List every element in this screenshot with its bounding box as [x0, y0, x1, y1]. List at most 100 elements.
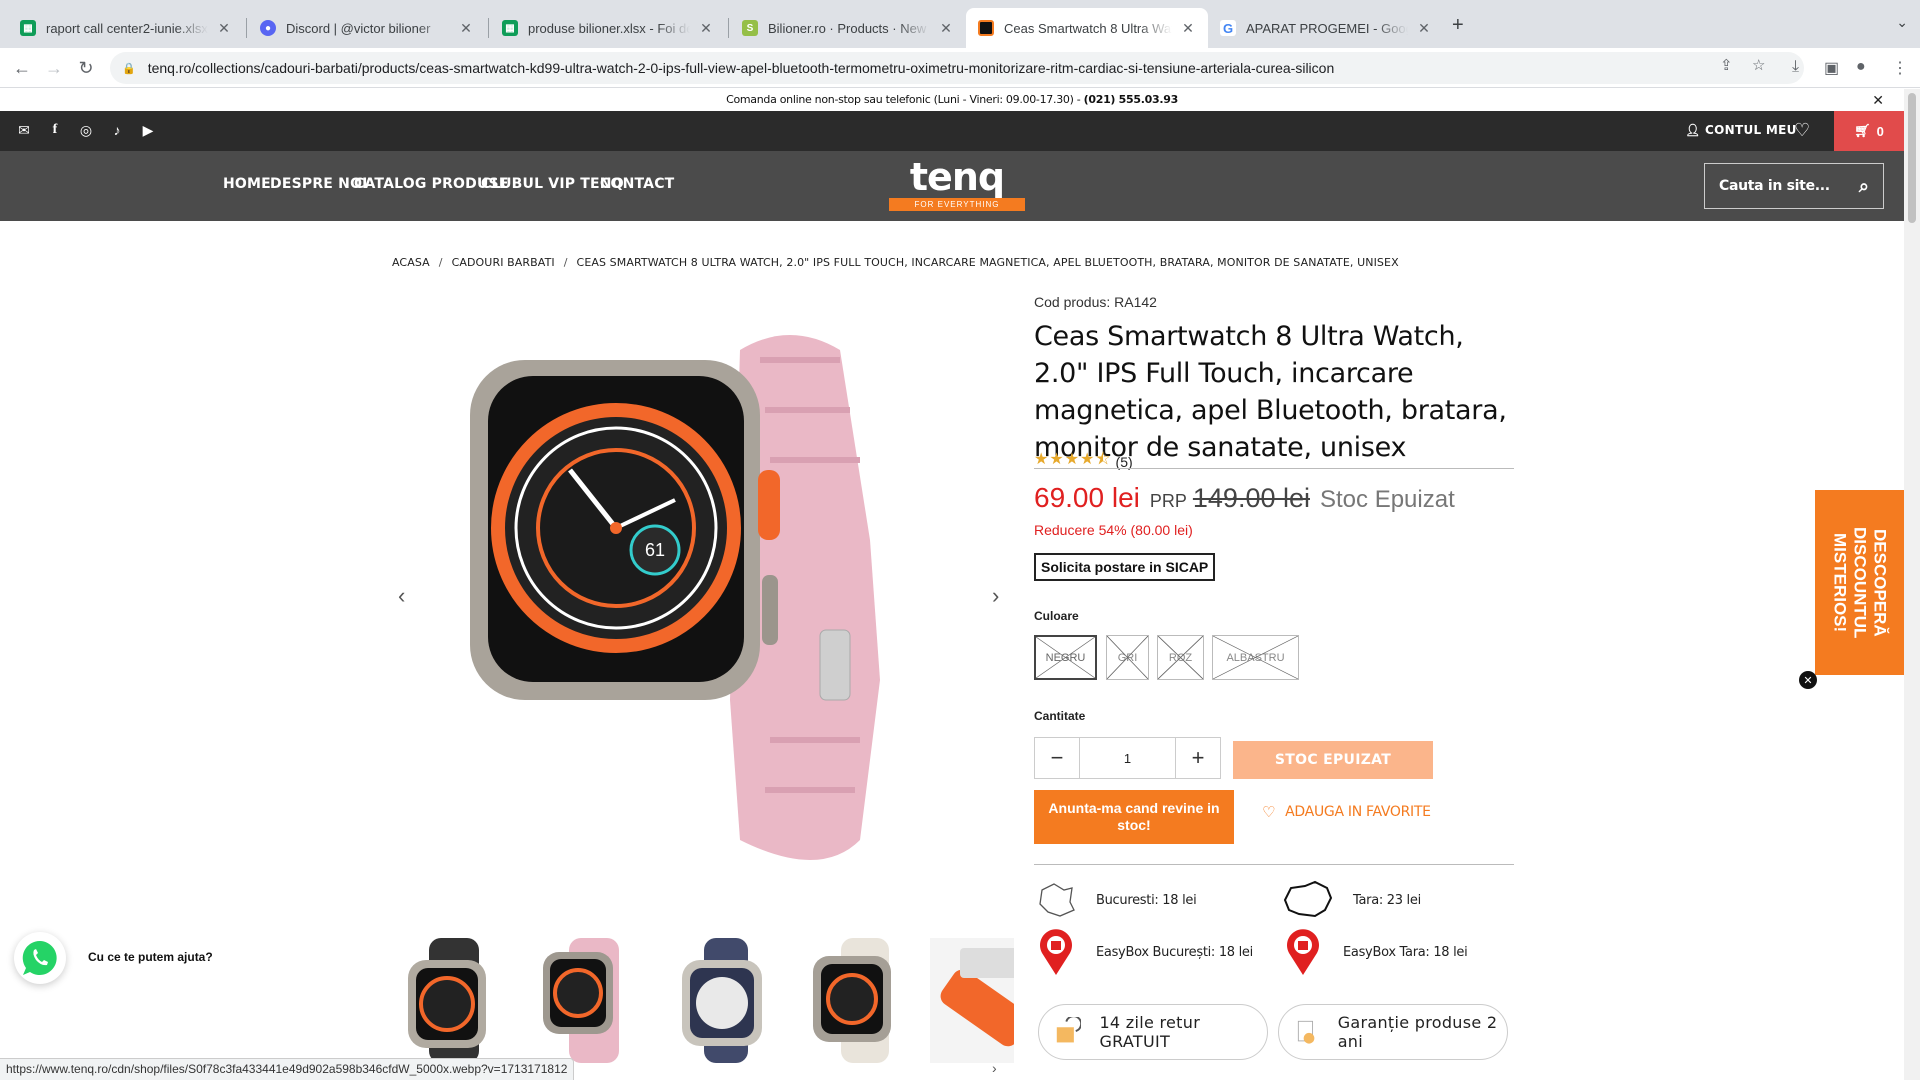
tab-search-chevron-icon[interactable]: ⌄ — [1896, 14, 1908, 31]
mystery-discount-tab[interactable]: DESCOPERĂ DISCOUNTUL MISTERIOS! — [1815, 490, 1904, 675]
nav-contact[interactable]: CONTACT — [600, 176, 674, 192]
color-option-negru[interactable]: NEGRU — [1034, 635, 1097, 680]
tab-label: raport call center2-iunie.xlsx - — [46, 20, 208, 36]
reload-button[interactable]: ↻ — [76, 58, 96, 79]
download-icon[interactable]: ⤓ — [1792, 58, 1799, 76]
scrollbar-thumb[interactable] — [1908, 93, 1916, 223]
gallery-next-arrow-icon[interactable]: › — [992, 583, 999, 609]
wishlist-heart-icon[interactable]: ♡ — [1794, 120, 1810, 141]
badge-label: Garanție produse 2 ani — [1337, 1013, 1498, 1051]
close-icon[interactable]: ✕ — [938, 20, 954, 37]
facebook-icon[interactable]: f — [46, 122, 64, 138]
breadcrumb-current: CEAS SMARTWATCH 8 ULTRA WATCH, 2.0" IPS … — [576, 256, 1399, 269]
announcement-phone[interactable]: (021) 555.03.93 — [1084, 93, 1179, 106]
logo-word: tenq — [909, 155, 1005, 199]
nav-despre-noi[interactable]: DESPRE NOI — [270, 176, 368, 192]
email-icon[interactable]: ✉ — [15, 122, 33, 139]
current-price: 69.00 lei — [1034, 482, 1140, 513]
search-icon[interactable]: ⌕ — [1859, 176, 1869, 197]
browser-tab[interactable]: G APARAT PROGEMEI - Google S ✕ — [1208, 8, 1444, 48]
discord-icon: ● — [260, 20, 276, 36]
unavailable-cross-icon — [1213, 636, 1298, 679]
tab-separator — [488, 18, 489, 38]
logo-tagline: FOR EVERYTHING — [889, 198, 1025, 211]
shipping-easybox-bucuresti: EasyBox București: 18 lei — [1034, 927, 1253, 977]
nav-home[interactable]: HOME — [223, 176, 271, 192]
quantity-increase-button[interactable]: + — [1176, 738, 1220, 778]
thumbnails-next-arrow-icon[interactable]: › — [992, 1060, 997, 1076]
thumbnail-black[interactable] — [394, 938, 514, 1063]
close-icon[interactable]: ✕ — [1180, 20, 1196, 37]
thumbnail-pink[interactable] — [529, 938, 649, 1063]
cart-button[interactable]: 🛒︎ 0 — [1834, 111, 1904, 151]
whatsapp-prompt-text[interactable]: Cu ce te putem ajuta? — [88, 950, 213, 964]
sold-out-button[interactable]: STOC EPUIZAT — [1233, 741, 1433, 779]
quantity-input[interactable]: 1 — [1079, 738, 1176, 778]
close-icon[interactable]: ✕ — [458, 20, 474, 37]
unavailable-cross-icon — [1158, 636, 1203, 679]
close-icon[interactable]: ✕ — [216, 20, 232, 37]
profile-avatar-icon[interactable]: ● — [1856, 58, 1866, 76]
color-option-gri[interactable]: GRI — [1106, 635, 1149, 680]
quantity-decrease-button[interactable]: − — [1035, 738, 1079, 778]
product-thumbnails — [394, 938, 1014, 1063]
new-tab-button[interactable]: + — [1452, 14, 1464, 37]
announcement-close-icon[interactable]: ✕ — [1872, 89, 1884, 111]
shipping-tara: Tara: 23 lei — [1281, 880, 1421, 920]
tab-separator — [728, 18, 729, 38]
bookmark-star-icon[interactable]: ☆ — [1752, 56, 1765, 74]
add-to-favorites-button[interactable]: ♡ ADAUGA IN FAVORITE — [1262, 803, 1431, 821]
color-option-albastru[interactable]: ALBASTRU — [1212, 635, 1299, 680]
shopify-icon: S — [742, 20, 758, 36]
browser-menu-icon[interactable]: ⋮ — [1892, 58, 1908, 78]
whatsapp-button[interactable] — [14, 932, 66, 984]
notify-restock-button[interactable]: Anunta-ma cand revine in stoc! — [1034, 790, 1234, 844]
warranty-badge: Garanție produse 2 ani — [1278, 1004, 1508, 1060]
thumbnail-blue[interactable] — [664, 938, 784, 1063]
forward-button[interactable]: → — [44, 58, 64, 79]
tiktok-icon[interactable]: ♪ — [108, 122, 126, 138]
thumbnail-orange-detail[interactable] — [930, 938, 1014, 1063]
google-icon: G — [1220, 20, 1236, 36]
address-bar[interactable]: 🔒 tenq.ro/collections/cadouri-barbati/pr… — [110, 52, 1804, 84]
browser-tab-active[interactable]: Ceas Smartwatch 8 Ultra Watc ✕ — [966, 8, 1208, 48]
badge-label: 14 zile retur GRATUIT — [1099, 1013, 1201, 1051]
shipping-label: Bucuresti: 18 lei — [1096, 892, 1197, 908]
account-link[interactable]: 👤︎ CONTUL MEU — [1685, 123, 1797, 137]
browser-tab[interactable]: S Bilioner.ro · Products · New · S ✕ — [730, 8, 966, 48]
back-button[interactable]: ← — [12, 58, 32, 79]
breadcrumb-acasa[interactable]: ACASA — [392, 256, 430, 269]
browser-tab[interactable]: ▦ produse bilioner.xlsx - Foi de c ✕ — [490, 8, 726, 48]
search-box[interactable]: Cauta in site... ⌕ — [1704, 163, 1884, 209]
product-main-image[interactable]: 61 — [440, 320, 970, 880]
close-icon[interactable]: ✕ — [1416, 20, 1432, 37]
price-row: 69.00 lei PRP 149.00 lei Stoc Epuizat — [1034, 482, 1455, 514]
close-icon[interactable]: ✕ — [698, 20, 714, 37]
side-panel-icon[interactable]: ▣ — [1824, 58, 1839, 78]
prp-label: PRP — [1149, 491, 1187, 511]
easybox-pin-icon — [1287, 929, 1319, 975]
cart-icon: 🛒︎ — [1854, 123, 1871, 138]
divider — [1034, 468, 1514, 469]
thumbnail-white[interactable] — [799, 938, 919, 1063]
user-icon: 👤︎ — [1685, 123, 1701, 137]
page-scrollbar[interactable] — [1904, 89, 1920, 1080]
share-icon[interactable]: ⇪ — [1720, 56, 1733, 74]
breadcrumb-cadouri-barbati[interactable]: CADOURI BARBATI — [452, 256, 555, 269]
discount-close-icon[interactable]: ✕ — [1799, 671, 1817, 689]
easybox-pin-icon — [1040, 929, 1072, 975]
favorites-label: ADAUGA IN FAVORITE — [1285, 804, 1431, 820]
sicap-request-button[interactable]: Solicita postare in SICAP — [1034, 553, 1216, 581]
stock-status: Stoc Epuizat — [1320, 486, 1455, 513]
lock-icon: 🔒 — [122, 62, 136, 75]
instagram-icon[interactable]: ◎ — [77, 122, 95, 139]
browser-tab[interactable]: ▦ raport call center2-iunie.xlsx - ✕ — [8, 8, 244, 48]
product-rating[interactable]: ★★★★⯪ (5) — [1034, 448, 1133, 475]
site-logo[interactable]: tenq FOR EVERYTHING — [889, 155, 1025, 213]
youtube-icon[interactable]: ▶ — [139, 122, 157, 139]
gallery-prev-arrow-icon[interactable]: ‹ — [398, 583, 405, 609]
return-box-icon — [1056, 1017, 1082, 1043]
shipping-label: Tara: 23 lei — [1353, 892, 1421, 908]
browser-tab[interactable]: ● Discord | @victor bilioner ✕ — [248, 8, 486, 48]
color-option-roz[interactable]: ROZ — [1157, 635, 1204, 680]
